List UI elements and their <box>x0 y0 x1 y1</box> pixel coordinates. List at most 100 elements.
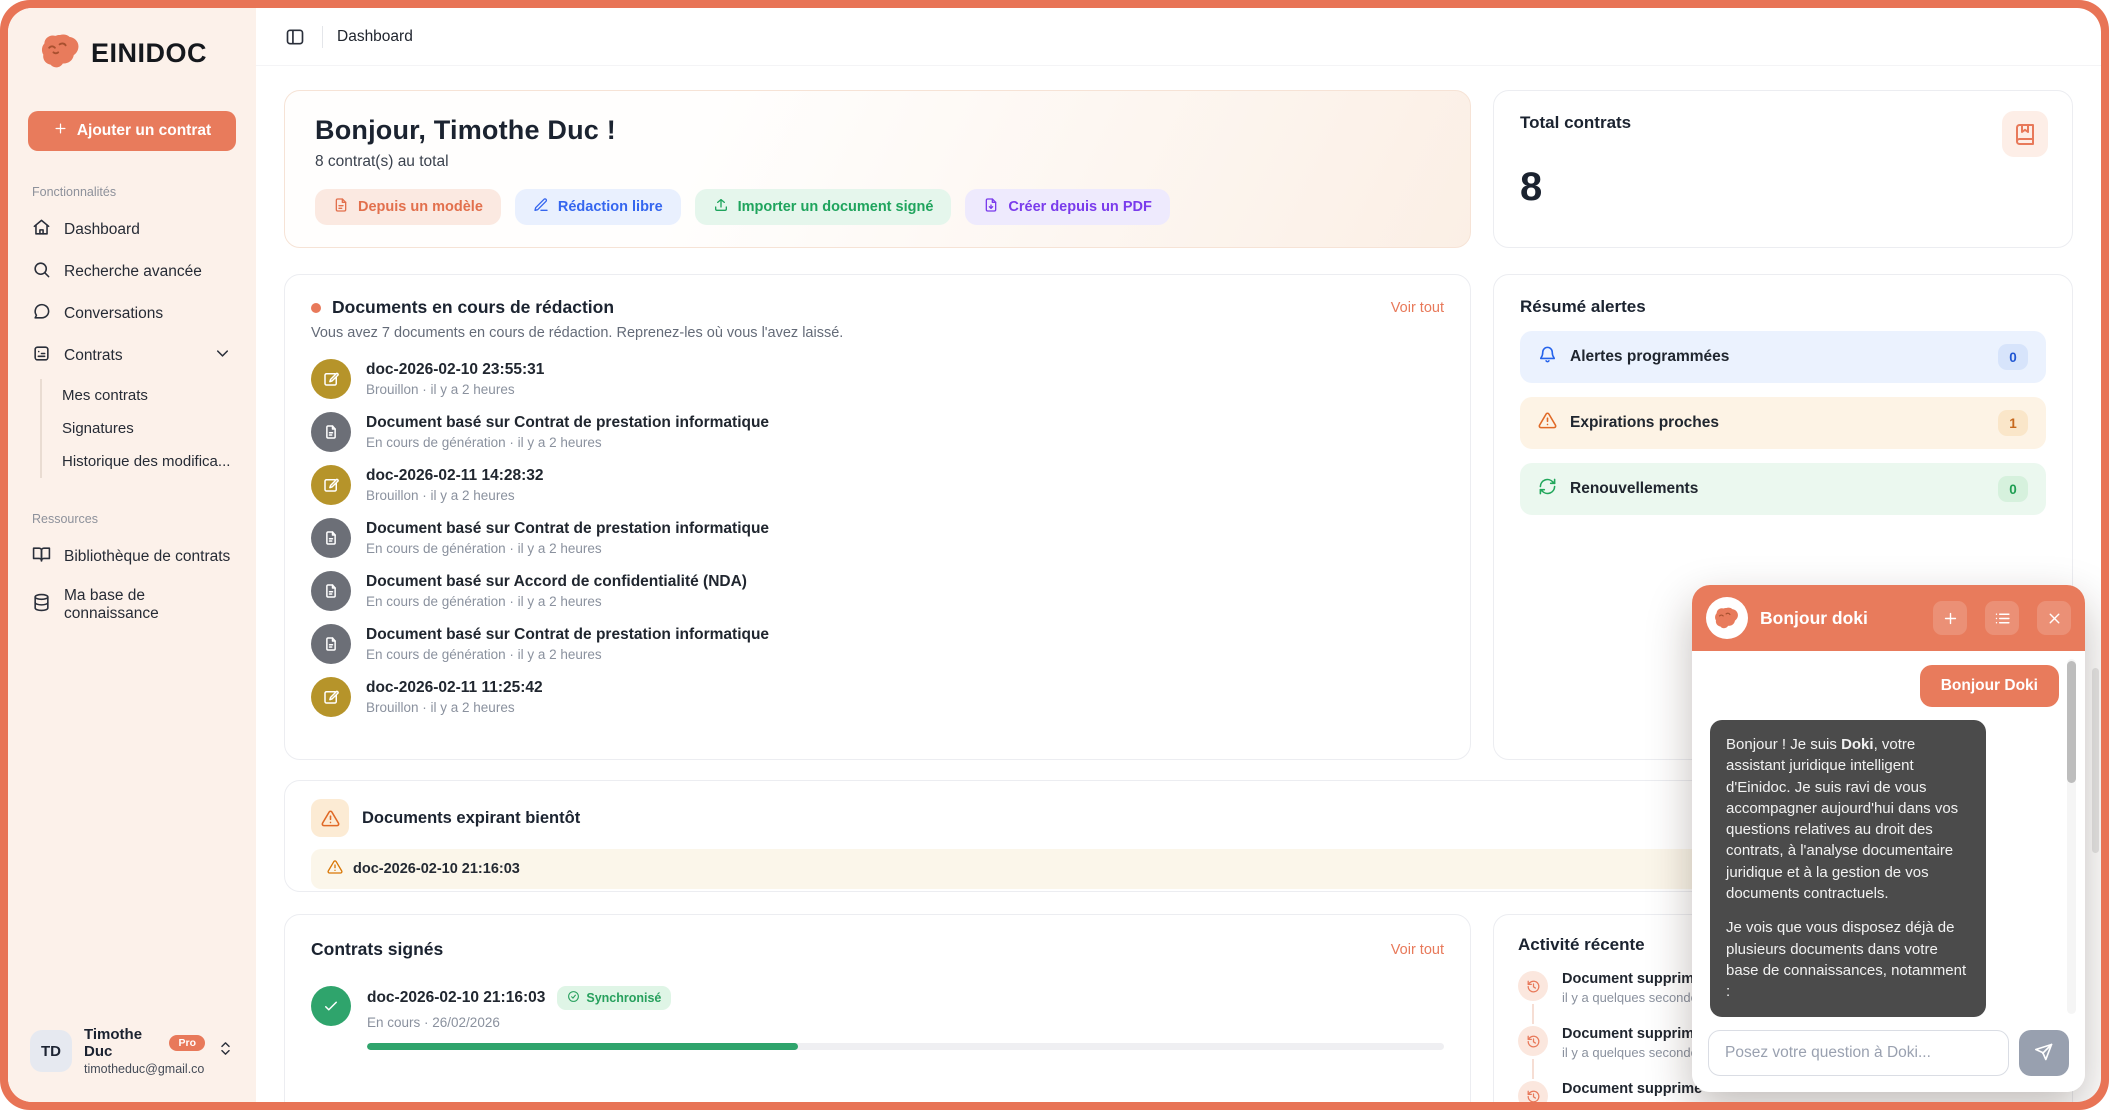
chat-bubble-icon <box>32 302 51 326</box>
activity-item-title: Document supprimé <box>1562 1081 1704 1097</box>
contracts-submenu: Mes contrats Signatures Historique des m… <box>40 379 236 478</box>
database-icon <box>32 593 51 617</box>
draft-title: Document basé sur Accord de confidential… <box>366 573 747 591</box>
warning-triangle-icon <box>311 799 349 837</box>
document-icon <box>311 624 351 664</box>
signed-contract-item[interactable]: doc-2026-02-10 21:16:03 Synchronisé En c… <box>311 986 1444 1050</box>
draft-list-item[interactable]: Document basé sur Contrat de prestation … <box>311 624 1444 664</box>
document-icon <box>311 571 351 611</box>
contracts-icon <box>32 344 51 368</box>
pen-icon <box>533 197 549 217</box>
alert-count-badge: 0 <box>1998 476 2028 502</box>
expiring-document-title: doc-2026-02-10 21:16:03 <box>353 861 520 877</box>
greeting-card: Bonjour, Timothe Duc ! 8 contrat(s) au t… <box>284 90 1471 248</box>
draft-meta: Brouillon · il y a 2 heures <box>366 700 543 715</box>
alert-count-badge: 1 <box>1998 410 2028 436</box>
draft-title: doc-2026-02-11 14:28:32 <box>366 467 544 485</box>
chevron-up-down-icon[interactable] <box>217 1040 234 1062</box>
upload-icon <box>713 197 729 217</box>
draft-list-item[interactable]: doc-2026-02-11 11:25:42 Brouillon · il y… <box>311 677 1444 717</box>
app: EINIDOC Ajouter un contrat Fonctionnalit… <box>8 8 2101 1102</box>
paper-plane-icon <box>2034 1042 2054 1065</box>
drafts-card: Documents en cours de rédaction Voir tou… <box>284 274 1471 760</box>
activity-item-time: il y a quelques secondes <box>1562 990 1704 1005</box>
doki-chat-widget: Bonjour doki Bonjour Doki Bonjour ! Je s… <box>1692 585 2085 1092</box>
draft-list-item[interactable]: doc-2026-02-10 23:55:31 Brouillon · il y… <box>311 359 1444 399</box>
signed-title: Contrats signés <box>311 939 1380 960</box>
avatar: TD <box>30 1030 72 1072</box>
assistant-text: , votre assistant juridique intelligent … <box>1726 736 1958 902</box>
button-label: Depuis un modèle <box>358 199 483 215</box>
signed-contract-meta: En cours · 26/02/2026 <box>367 1015 1444 1030</box>
alert-row-renewals[interactable]: Renouvellements 0 <box>1520 463 2046 515</box>
activity-item-title: Document supprimé <box>1562 1026 1704 1042</box>
sidebar-item-knowledge-base[interactable]: Ma base de connaissance <box>28 578 236 632</box>
send-button[interactable] <box>2019 1030 2069 1076</box>
activity-item-time: il y a quelques secondes <box>1562 1045 1704 1060</box>
sidebar-item-signatures[interactable]: Signatures <box>62 412 236 445</box>
chat-title: Bonjour doki <box>1760 608 1915 629</box>
app-window-frame: EINIDOC Ajouter un contrat Fonctionnalit… <box>0 0 2109 1110</box>
import-signed-document-button[interactable]: Importer un document signé <box>695 189 952 225</box>
chat-input[interactable] <box>1708 1030 2009 1076</box>
from-template-button[interactable]: Depuis un modèle <box>315 189 501 225</box>
alert-count-badge: 0 <box>1998 344 2028 370</box>
sidebar-item-history[interactable]: Historique des modifica... <box>62 445 236 478</box>
sidebar-item-dashboard[interactable]: Dashboard <box>28 209 236 251</box>
warning-triangle-icon <box>327 859 343 879</box>
assistant-text: Je vois que vous disposez déjà de plusie… <box>1726 917 1970 1002</box>
create-from-pdf-button[interactable]: Créer depuis un PDF <box>965 189 1169 225</box>
sidebar-toggle-icon[interactable] <box>282 24 308 50</box>
draft-list-item[interactable]: Document basé sur Accord de confidential… <box>311 571 1444 611</box>
brain-logo-icon <box>40 34 82 73</box>
free-writing-button[interactable]: Rédaction libre <box>515 189 681 225</box>
top-bar: Dashboard <box>256 8 2101 66</box>
breadcrumb: Dashboard <box>337 28 413 46</box>
chat-assistant-message: Bonjour ! Je suis Doki, votre assistant … <box>1710 720 1986 1017</box>
draft-list-item[interactable]: Document basé sur Contrat de prestation … <box>311 412 1444 452</box>
sidebar-item-label: Bibliothèque de contrats <box>64 548 230 566</box>
check-icon <box>311 986 351 1026</box>
user-menu[interactable]: TD Timothe Duc Pro timotheduc@gmail.com <box>28 1022 236 1080</box>
chat-new-conversation-button[interactable] <box>1933 601 1967 635</box>
sidebar-item-contracts[interactable]: Contrats <box>28 335 236 377</box>
add-contract-label: Ajouter un contrat <box>77 122 211 140</box>
signed-contract-title: doc-2026-02-10 21:16:03 <box>367 989 545 1007</box>
sidebar-item-advanced-search[interactable]: Recherche avancée <box>28 251 236 293</box>
sidebar-item-conversations[interactable]: Conversations <box>28 293 236 335</box>
chat-messages: Bonjour Doki Bonjour ! Je suis Doki, vot… <box>1692 651 2085 1018</box>
sidebar-item-label: Ma base de connaissance <box>64 587 232 623</box>
sidebar: EINIDOC Ajouter un contrat Fonctionnalit… <box>8 8 256 1102</box>
chevron-down-icon[interactable] <box>213 344 232 368</box>
chat-scrollbar-thumb[interactable] <box>2067 661 2076 783</box>
draft-meta: Brouillon · il y a 2 heures <box>366 488 544 503</box>
add-contract-button[interactable]: Ajouter un contrat <box>28 111 236 151</box>
draft-list-item[interactable]: Document basé sur Contrat de prestation … <box>311 518 1444 558</box>
page-scrollbar-thumb[interactable] <box>2092 668 2099 853</box>
sidebar-item-my-contracts[interactable]: Mes contrats <box>62 379 236 412</box>
sidebar-item-label: Recherche avancée <box>64 263 202 281</box>
alert-row-expirations[interactable]: Expirations proches 1 <box>1520 397 2046 449</box>
book-open-icon <box>32 545 51 569</box>
chat-conversation-list-button[interactable] <box>1985 601 2019 635</box>
chat-close-button[interactable] <box>2037 601 2071 635</box>
brand-name: EINIDOC <box>91 38 207 69</box>
user-name: Timothe Duc <box>84 1026 162 1060</box>
app-logo: EINIDOC <box>28 34 236 73</box>
sidebar-item-label: Contrats <box>64 347 200 365</box>
sidebar-item-contract-library[interactable]: Bibliothèque de contrats <box>28 536 236 578</box>
search-icon <box>32 260 51 284</box>
alert-row-scheduled[interactable]: Alertes programmées 0 <box>1520 331 2046 383</box>
draft-list-item[interactable]: doc-2026-02-11 14:28:32 Brouillon · il y… <box>311 465 1444 505</box>
signed-view-all-link[interactable]: Voir tout <box>1391 942 1444 958</box>
book-marked-icon <box>2002 111 2048 157</box>
drafts-view-all-link[interactable]: Voir tout <box>1391 300 1444 316</box>
user-email: timotheduc@gmail.com <box>84 1062 205 1076</box>
chat-input-bar <box>1692 1018 2085 1092</box>
activity-item-title: Document supprimé <box>1562 971 1704 987</box>
section-label-functionalities: Fonctionnalités <box>32 185 232 199</box>
button-label: Créer depuis un PDF <box>1008 199 1151 215</box>
draft-meta: En cours de génération · il y a 2 heures <box>366 594 747 609</box>
sidebar-item-label: Dashboard <box>64 221 140 239</box>
button-label: Rédaction libre <box>558 199 663 215</box>
